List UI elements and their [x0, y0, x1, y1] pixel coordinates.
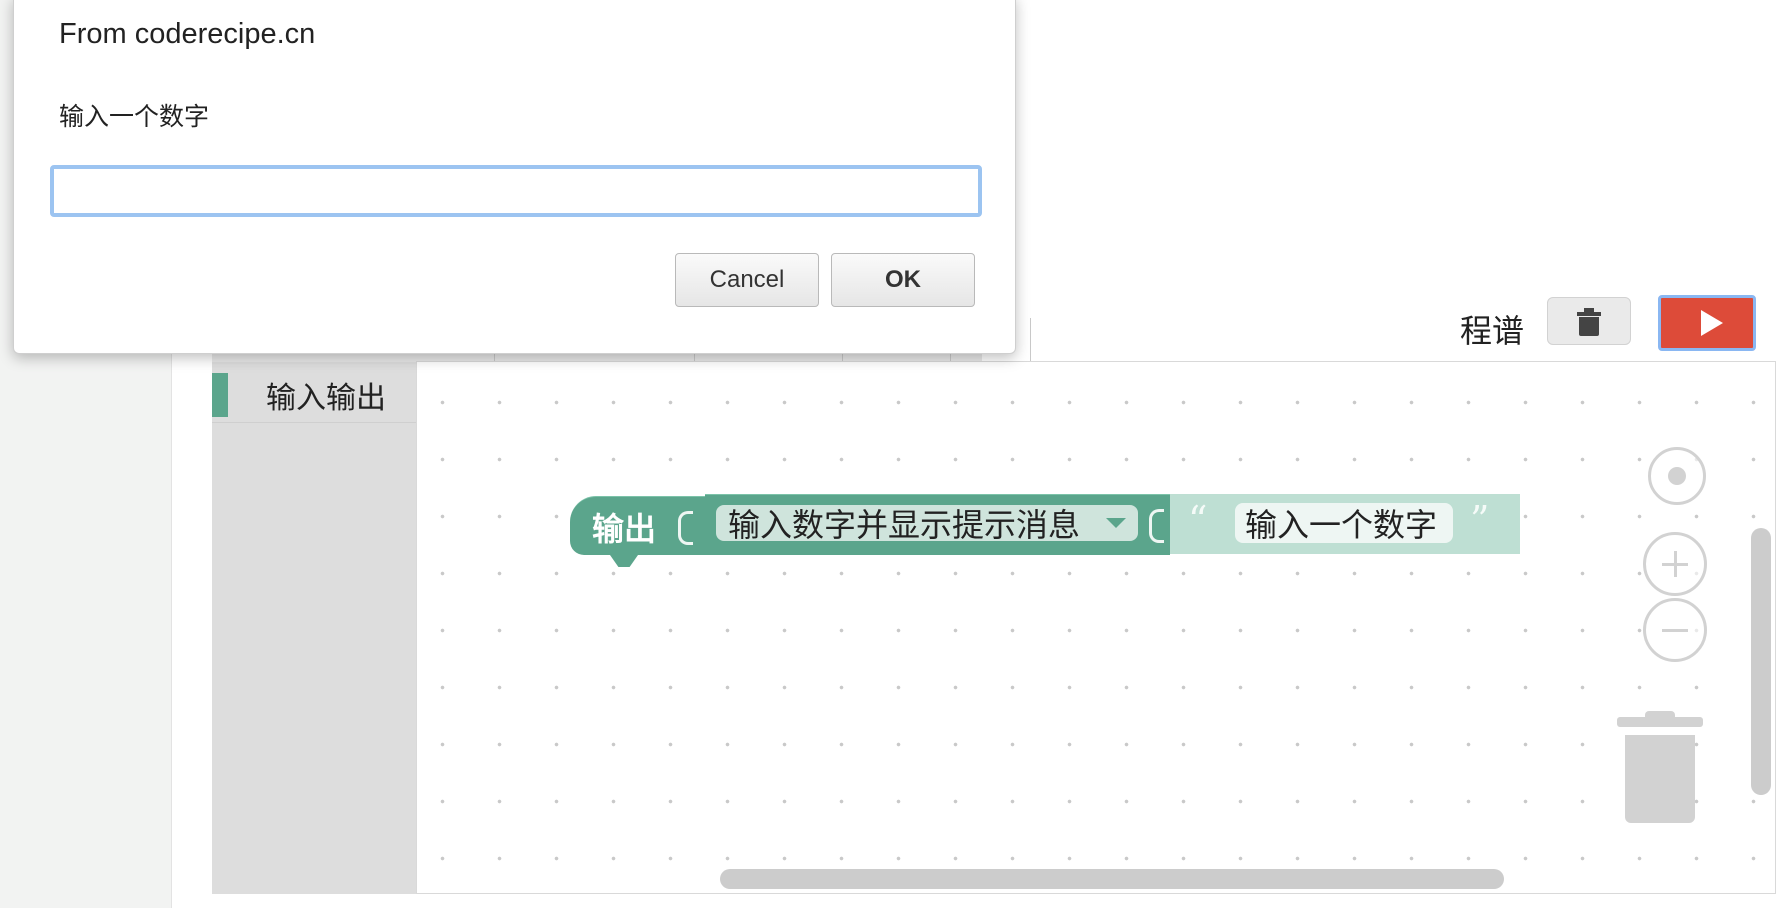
print-block-label: 输出 [592, 510, 657, 548]
ok-button[interactable]: OK [831, 253, 975, 307]
clear-button[interactable] [1547, 297, 1631, 345]
blockly-workspace[interactable] [416, 361, 1776, 894]
toolbox: 输入输出 [212, 362, 416, 894]
text-block[interactable]: “ 输入一个数字 ” [1170, 494, 1520, 554]
prompt-input[interactable] [50, 165, 982, 217]
input-socket [1149, 509, 1164, 543]
prompt-type-dropdown[interactable]: 输入数字并显示提示消息 [716, 505, 1138, 544]
close-quote-icon: ” [1470, 498, 1490, 542]
recenter-button[interactable] [1648, 447, 1706, 505]
dialog-message: 输入一个数字 [59, 102, 210, 131]
zoom-out-button[interactable] [1643, 598, 1707, 662]
chevron-down-icon [1106, 518, 1126, 528]
text-field-value: 输入一个数字 [1245, 506, 1438, 544]
prompt-dialog: From coderecipe.cn 输入一个数字 Cancel OK [13, 0, 1016, 354]
zoom-in-button[interactable] [1643, 532, 1707, 596]
workspace-trash[interactable] [1617, 711, 1703, 825]
play-icon [1701, 310, 1723, 336]
program-label: 程谱 [1460, 312, 1525, 350]
toolbox-category-io[interactable]: 输入输出 [212, 368, 416, 423]
print-block[interactable]: 输出 [570, 496, 705, 567]
dropdown-value: 输入数字并显示提示消息 [728, 506, 1081, 544]
run-button[interactable] [1658, 295, 1756, 351]
target-icon [1668, 467, 1686, 485]
toolbox-category-label: 输入输出 [266, 381, 386, 416]
horizontal-scrollbar[interactable] [720, 869, 1504, 889]
text-field[interactable]: 输入一个数字 [1235, 503, 1453, 544]
category-color-bar [212, 373, 228, 417]
dialog-title: From coderecipe.cn [59, 18, 316, 50]
cancel-button[interactable]: Cancel [675, 253, 819, 307]
open-quote-icon: “ [1188, 498, 1208, 542]
vertical-scrollbar[interactable] [1751, 528, 1771, 795]
input-socket [678, 511, 693, 545]
